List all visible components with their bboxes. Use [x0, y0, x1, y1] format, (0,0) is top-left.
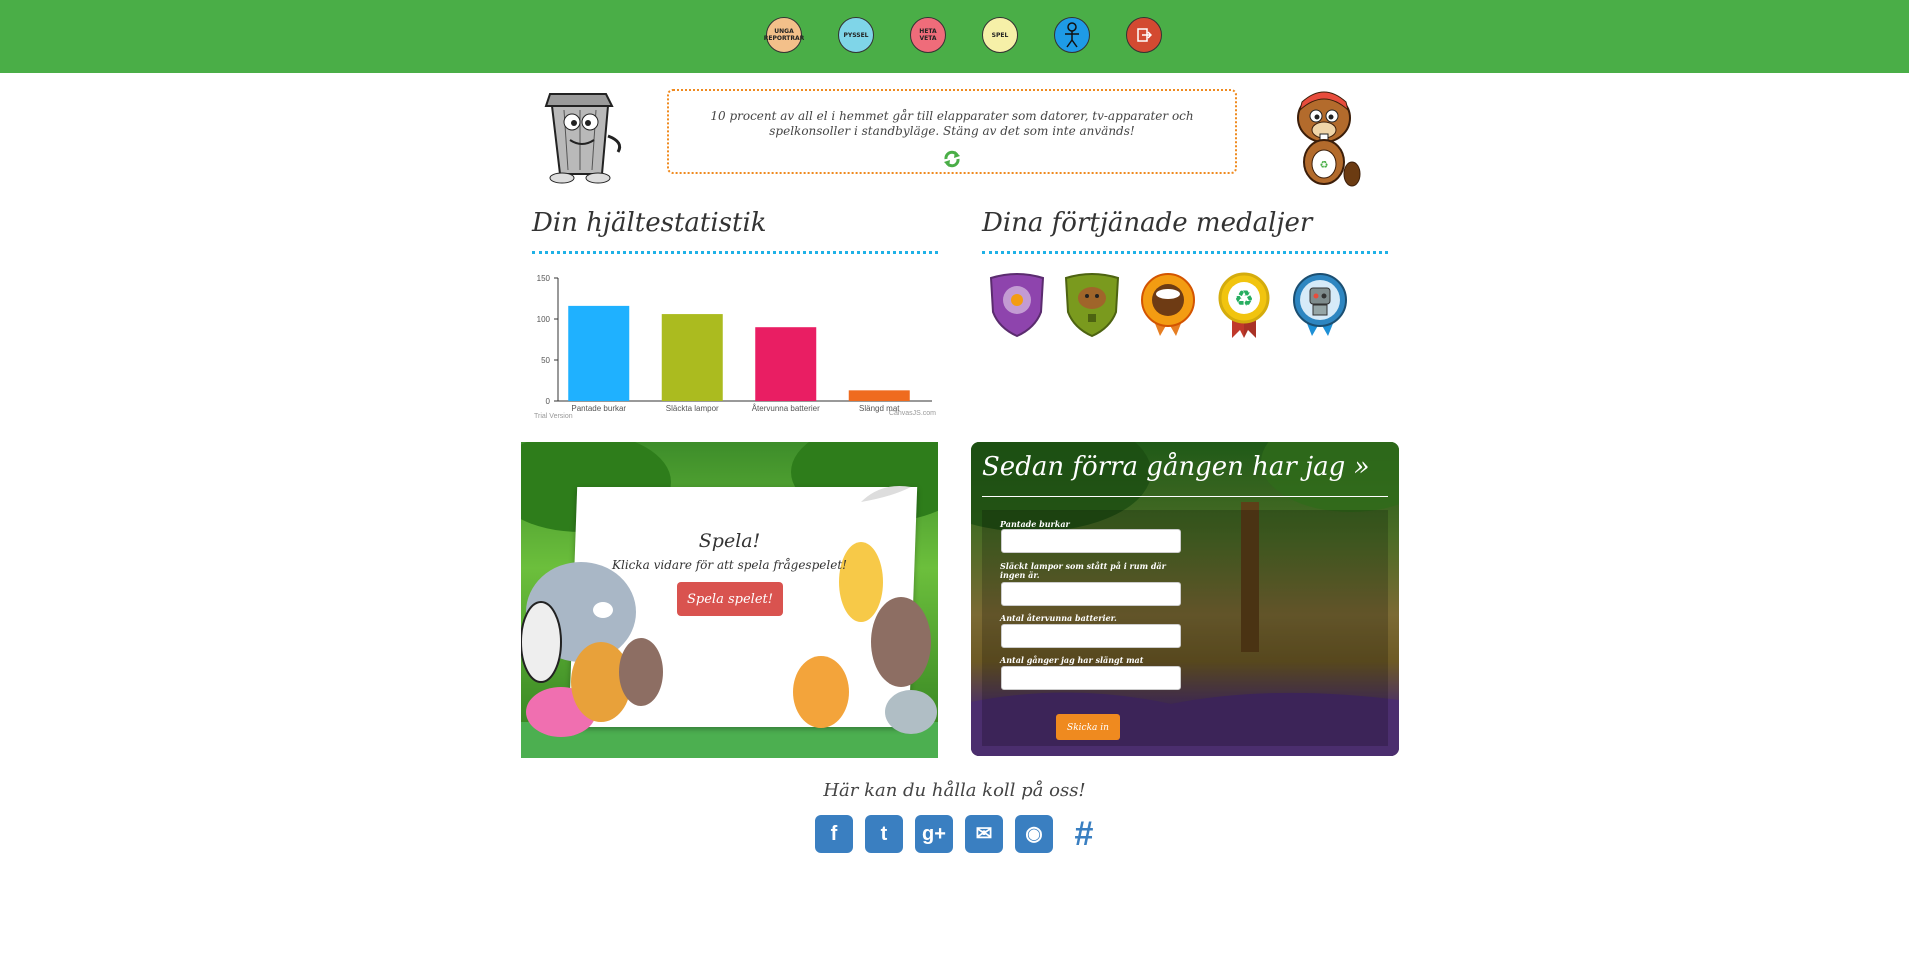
- facebook-icon[interactable]: f: [815, 815, 853, 853]
- medals-title: Dina förtjänade medaljer: [982, 208, 1313, 238]
- form-divider: [982, 496, 1388, 497]
- field-label-cans: Pantade burkar: [1000, 519, 1070, 529]
- field-label-batteries: Antal återvunna batterier.: [1000, 613, 1117, 623]
- svg-text:♻: ♻: [1234, 287, 1254, 312]
- play-subtitle: Klicka vidare för att spela frågespelet!: [612, 558, 847, 572]
- refresh-icon[interactable]: [942, 149, 962, 169]
- field-label-lamps: Släckt lampor som stått på i rum där ing…: [1000, 561, 1166, 580]
- top-navbar: UNGA REPORTRAR PYSSEL HETA VETA SPEL: [0, 0, 1909, 73]
- hashtag-icon[interactable]: #: [1065, 815, 1103, 853]
- form-title: Sedan förra gången har jag »: [982, 452, 1370, 482]
- chart-bar: [661, 314, 723, 401]
- google-plus-icon[interactable]: g+: [915, 815, 953, 853]
- medals-divider: [982, 251, 1388, 254]
- play-title: Spela!: [698, 530, 761, 552]
- chart-watermark-right: CanvasJS.com: [889, 410, 936, 417]
- hero-stats-chart: 0 50 100 150 Pantade burkar Släckta lampor Åte…: [532, 268, 942, 428]
- chart-bar: [848, 390, 910, 401]
- robot-medal-icon: [1288, 272, 1352, 338]
- food-input[interactable]: [1001, 666, 1181, 690]
- chart-y-tick-label: 0: [546, 397, 551, 406]
- profile-icon[interactable]: [1054, 17, 1090, 53]
- beaver-mascot-image: ♻: [1286, 88, 1362, 188]
- batteries-input[interactable]: [1001, 624, 1181, 648]
- chart-x-tick-label: Släckta lampor: [666, 404, 719, 413]
- fact-tip-text: 10 procent av all el i hemmet går till e…: [710, 109, 1194, 138]
- recycle-medal-icon: ♻: [1212, 272, 1276, 338]
- field-label-food: Antal gånger jag har slängt mat: [1000, 655, 1144, 665]
- spel-icon[interactable]: SPEL: [982, 17, 1018, 53]
- chart-watermark-left: Trial Version: [534, 413, 573, 420]
- lamps-input[interactable]: [1001, 582, 1181, 606]
- submit-button[interactable]: Skicka in: [1056, 714, 1120, 740]
- svg-text:♻: ♻: [1320, 160, 1329, 171]
- chart-x-tick-label: Pantade burkar: [571, 404, 626, 413]
- heta-veta-icon[interactable]: HETA VETA: [910, 17, 946, 53]
- fact-tip-box: 10 procent av all el i hemmet går till e…: [667, 89, 1237, 174]
- chart-bar: [568, 305, 630, 401]
- stats-title: Din hjältestatistik: [532, 208, 767, 238]
- trashcan-mascot-image: [532, 86, 632, 186]
- quiz-game-panel: Spela! Klicka vidare för att spela fråge…: [521, 442, 938, 758]
- follow-us-text: Här kan du hålla koll på oss!: [823, 780, 1086, 801]
- coconut-medal-icon: [1136, 272, 1200, 338]
- form-body: Pantade burkar Släckt lampor som stått p…: [982, 510, 1388, 746]
- chart-y-tick-label: 100: [537, 315, 551, 324]
- activity-form-panel: Sedan förra gången har jag » Pantade bur…: [971, 442, 1399, 756]
- play-game-button[interactable]: Spela spelet!: [677, 582, 783, 616]
- chart-bar: [755, 327, 817, 401]
- chart-y-tick-label: 150: [537, 274, 551, 283]
- email-icon[interactable]: ✉: [965, 815, 1003, 853]
- purple-shield-medal-icon: [985, 272, 1049, 338]
- pyssel-icon[interactable]: PYSSEL: [838, 17, 874, 53]
- cans-input[interactable]: [1001, 529, 1181, 553]
- green-beaver-medal-icon: [1060, 272, 1124, 338]
- chart-y-tick-label: 50: [541, 356, 550, 365]
- stats-divider: [532, 251, 938, 254]
- logout-icon[interactable]: [1126, 17, 1162, 53]
- hero-stats-chart-svg: 0 50 100 150 Pantade burkar Släckta lampor Åte…: [534, 274, 936, 420]
- github-icon[interactable]: ◉: [1015, 815, 1053, 853]
- chart-x-tick-label: Återvunna batterier: [752, 404, 820, 413]
- unga-reportrar-icon[interactable]: UNGA REPORTRAR: [764, 17, 804, 53]
- twitter-icon[interactable]: t: [865, 815, 903, 853]
